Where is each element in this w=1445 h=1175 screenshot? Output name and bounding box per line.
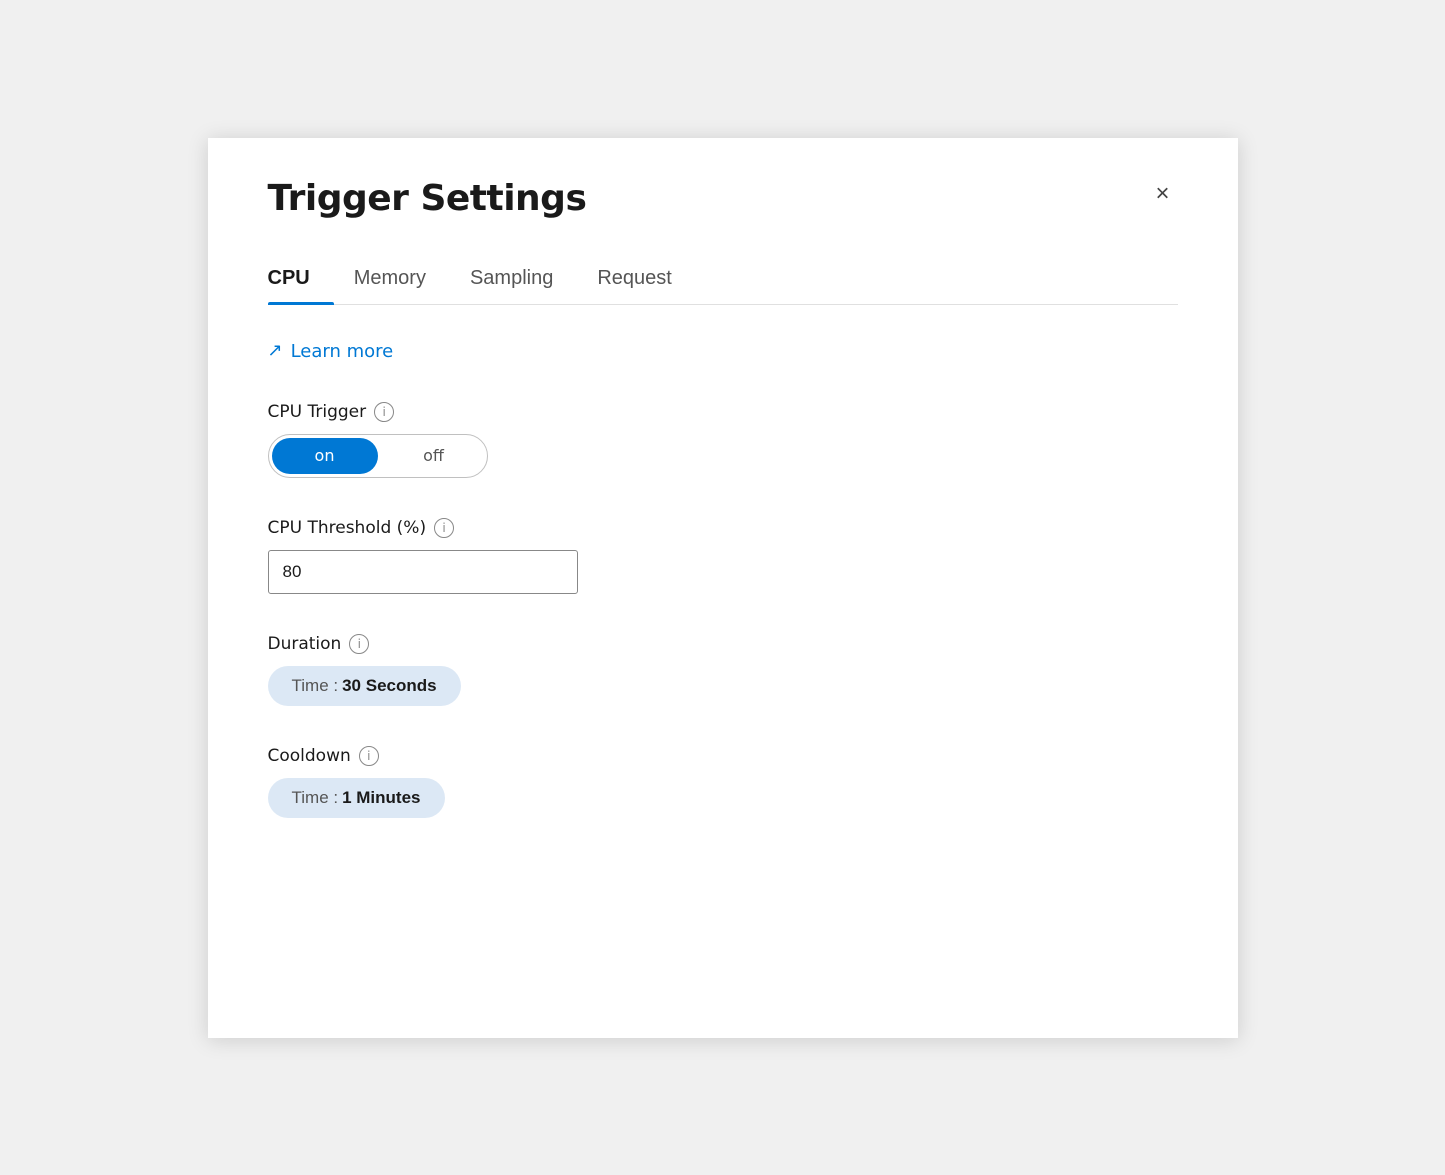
duration-pill[interactable]: Time : 30 Seconds [268, 666, 461, 706]
external-link-icon: ↗ [268, 342, 283, 360]
duration-info-icon[interactable]: i [349, 634, 369, 654]
toggle-on-option[interactable]: on [272, 438, 378, 474]
cooldown-info-icon[interactable]: i [359, 746, 379, 766]
cooldown-value: 1 Minutes [342, 788, 420, 808]
cooldown-section: Cooldown i Time : 1 Minutes [268, 746, 1178, 818]
close-button[interactable]: × [1147, 178, 1177, 210]
learn-more-link[interactable]: ↗ Learn more [268, 341, 394, 362]
duration-prefix: Time : [292, 676, 339, 696]
cpu-trigger-label: CPU Trigger [268, 402, 367, 422]
cpu-threshold-label-row: CPU Threshold (%) i [268, 518, 1178, 538]
cooldown-pill[interactable]: Time : 1 Minutes [268, 778, 445, 818]
dialog-header: Trigger Settings × [268, 178, 1178, 219]
dialog-title: Trigger Settings [268, 178, 587, 219]
cpu-threshold-input[interactable] [268, 550, 578, 594]
trigger-settings-dialog: Trigger Settings × CPU Memory Sampling R… [208, 138, 1238, 1038]
tab-memory[interactable]: Memory [354, 255, 450, 304]
learn-more-label: Learn more [291, 341, 394, 362]
cpu-trigger-toggle[interactable]: on off [268, 434, 488, 478]
cooldown-prefix: Time : [292, 788, 339, 808]
cpu-trigger-info-icon[interactable]: i [374, 402, 394, 422]
cooldown-label-row: Cooldown i [268, 746, 1178, 766]
tab-sampling[interactable]: Sampling [470, 255, 577, 304]
tab-request[interactable]: Request [597, 255, 696, 304]
duration-section: Duration i Time : 30 Seconds [268, 634, 1178, 706]
duration-value: 30 Seconds [342, 676, 437, 696]
toggle-off-option[interactable]: off [381, 435, 487, 477]
cpu-threshold-section: CPU Threshold (%) i [268, 518, 1178, 594]
cpu-trigger-section: CPU Trigger i on off [268, 402, 1178, 478]
cpu-trigger-label-row: CPU Trigger i [268, 402, 1178, 422]
duration-label-row: Duration i [268, 634, 1178, 654]
cooldown-label: Cooldown [268, 746, 351, 766]
tab-cpu[interactable]: CPU [268, 255, 334, 304]
cpu-threshold-info-icon[interactable]: i [434, 518, 454, 538]
duration-label: Duration [268, 634, 342, 654]
tabs-container: CPU Memory Sampling Request [268, 255, 1178, 305]
cpu-threshold-label: CPU Threshold (%) [268, 518, 427, 538]
